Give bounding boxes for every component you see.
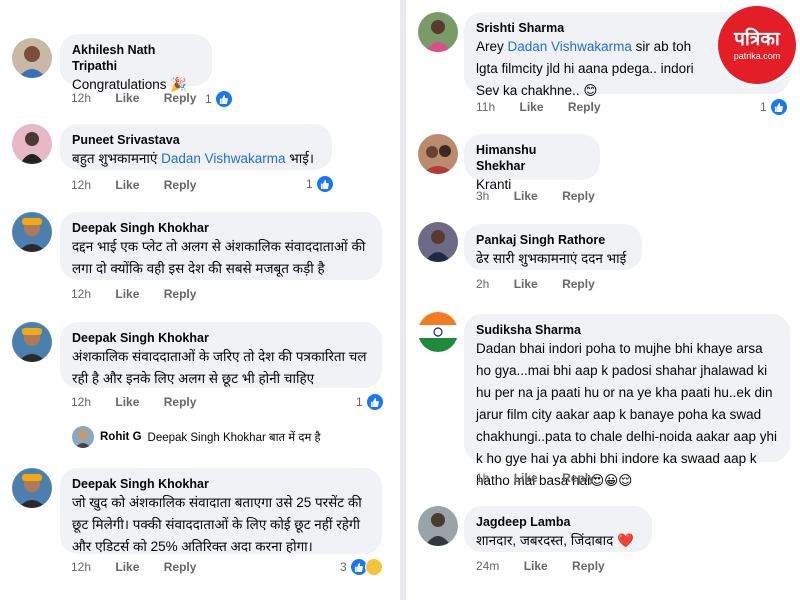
like-button[interactable]: Like <box>514 189 538 203</box>
comment-text: अंशकालिक संवाददाताओं के जरिए तो देश की प… <box>72 349 367 386</box>
comment-actions: 24m Like Reply <box>476 559 626 573</box>
mention-link[interactable]: Dadan Vishwakarma <box>161 151 285 166</box>
reply-button[interactable]: Reply <box>568 100 601 114</box>
comment-time[interactable]: 12h <box>71 91 91 105</box>
comment-author[interactable]: Jagdeep Lamba <box>476 514 640 530</box>
comment-time[interactable]: 12h <box>71 287 91 301</box>
comment-time[interactable]: 24m <box>476 559 499 573</box>
like-button[interactable]: Like <box>115 287 139 301</box>
comment-author[interactable]: Akhilesh Nath Tripathi <box>72 42 200 74</box>
comment-actions: 12h Like Reply <box>71 91 217 105</box>
comment-time[interactable]: 12h <box>71 560 91 574</box>
reply-button[interactable]: Reply <box>562 277 595 291</box>
column-divider <box>400 0 406 600</box>
like-reaction-icon <box>315 175 334 193</box>
reply-button[interactable]: Reply <box>164 395 197 409</box>
reply-button[interactable]: Reply <box>562 471 595 485</box>
comment-bubble: Akhilesh Nath Tripathi Congratulations 🎉 <box>60 34 212 92</box>
comment-text: ढेर सारी शुभकामनाएं ददन भाई <box>476 251 627 266</box>
comment-actions: 12h Like Reply <box>71 395 217 409</box>
reply-text: Deepak Singh Khokhar बात में दम है <box>147 431 321 444</box>
reaction-count[interactable]: 3 <box>340 558 383 576</box>
logo-name: पत्रिका <box>734 28 780 50</box>
comment-author[interactable]: Deepak Singh Khokhar <box>72 330 370 346</box>
comment-time[interactable]: 12h <box>71 395 91 409</box>
comment-bubble: Himanshu Shekhar Kranti <box>464 134 600 192</box>
reply-button[interactable]: Reply <box>164 178 197 192</box>
avatar[interactable] <box>12 124 52 164</box>
comment-text: दद्दन भाई एक प्लेट तो अलग से अंशकालिक सं… <box>72 239 366 276</box>
avatar[interactable] <box>418 222 458 262</box>
comment-text: शानदार, जबरदस्त, जिंदाबाद ❤️ <box>476 533 634 548</box>
comment-actions: 12h Like Reply <box>71 178 217 192</box>
comment-bubble: Deepak Singh Khokhar अंशकालिक संवाददाताओ… <box>60 322 382 388</box>
comment-actions: 2h Like Reply <box>476 277 616 291</box>
comment-actions: 12h Like Reply <box>71 560 217 574</box>
comment-author[interactable]: Puneet Srivastava <box>72 132 320 148</box>
avatar[interactable] <box>418 312 458 352</box>
like-button[interactable]: Like <box>514 277 538 291</box>
avatar[interactable] <box>418 12 458 52</box>
avatar[interactable] <box>12 38 52 78</box>
reply-button[interactable]: Reply <box>164 287 197 301</box>
right-comment-column: Srishti Sharma Arey Dadan Vishwakarma si… <box>408 0 800 600</box>
reply-author[interactable]: Rohit G <box>100 431 142 443</box>
avatar[interactable] <box>12 322 52 362</box>
comment-bubble: Puneet Srivastava बहुत शुभकामनाएं Dadan … <box>60 124 332 170</box>
avatar[interactable] <box>418 506 458 546</box>
like-button[interactable]: Like <box>115 560 139 574</box>
reply-button[interactable]: Reply <box>164 91 197 105</box>
like-button[interactable]: Like <box>115 178 139 192</box>
like-reaction-icon <box>769 98 788 116</box>
like-button[interactable]: Like <box>519 100 543 114</box>
reply-button[interactable]: Reply <box>164 560 197 574</box>
comment-author[interactable]: Sudiksha Sharma <box>476 322 778 338</box>
patrika-logo: पत्रिका patrika.com <box>718 6 796 84</box>
like-reaction-icon <box>365 393 384 411</box>
comment-text: जो खुद को अंशकालिक संवादाता बताएगा उसे 2… <box>72 495 362 554</box>
logo-site: patrika.com <box>733 50 781 61</box>
left-comment-column: Akhilesh Nath Tripathi Congratulations 🎉… <box>0 0 398 600</box>
comment-actions: 3h Like Reply <box>476 189 616 203</box>
reaction-count[interactable]: 1 <box>306 175 334 193</box>
comment-time[interactable]: 1h <box>476 471 489 485</box>
comment-actions: 1h Like Reply <box>476 471 616 485</box>
comment-bubble: Jagdeep Lamba शानदार, जबरदस्त, जिंदाबाद … <box>464 506 652 552</box>
reaction-count[interactable]: 1 <box>760 98 788 116</box>
comment-text: Dadan bhai indori poha to mujhe bhi khay… <box>476 341 777 488</box>
comment-author[interactable]: Himanshu Shekhar <box>476 142 588 174</box>
like-button[interactable]: Like <box>524 559 548 573</box>
reply-button[interactable]: Reply <box>572 559 605 573</box>
reaction-count[interactable]: 1 <box>356 393 384 411</box>
comment-time[interactable]: 2h <box>476 277 489 291</box>
comment-bubble: Deepak Singh Khokhar जो खुद को अंशकालिक … <box>60 468 382 554</box>
like-button[interactable]: Like <box>115 91 139 105</box>
comment-bubble: Pankaj Singh Rathore ढेर सारी शुभकामनाएं… <box>464 224 642 270</box>
comment-time[interactable]: 11h <box>476 100 495 114</box>
reply-button[interactable]: Reply <box>562 189 595 203</box>
comment-bubble: Sudiksha Sharma Dadan bhai indori poha t… <box>464 314 790 488</box>
avatar[interactable] <box>418 134 458 174</box>
comment-actions: 11h Like Reply <box>476 100 622 114</box>
comment-time[interactable]: 3h <box>476 189 489 203</box>
comment-text: बहुत शुभकामनाएं Dadan Vishwakarma भाई। <box>72 151 314 166</box>
comment-time[interactable]: 12h <box>71 178 91 192</box>
like-button[interactable]: Like <box>514 471 538 485</box>
like-button[interactable]: Like <box>115 395 139 409</box>
mention-link[interactable]: Dadan Vishwakarma <box>508 39 632 54</box>
comment-author[interactable]: Deepak Singh Khokhar <box>72 476 370 492</box>
avatar[interactable] <box>12 468 52 508</box>
comment-author[interactable]: Pankaj Singh Rathore <box>476 232 630 248</box>
avatar <box>72 426 94 448</box>
haha-reaction-icon <box>364 558 383 576</box>
avatar[interactable] <box>12 212 52 252</box>
comment-actions: 12h Like Reply <box>71 287 217 301</box>
reply-preview[interactable]: Rohit G Deepak Singh Khokhar बात में दम … <box>72 426 321 448</box>
comment-author[interactable]: Deepak Singh Khokhar <box>72 220 370 236</box>
comment-bubble: Deepak Singh Khokhar दद्दन भाई एक प्लेट … <box>60 212 382 280</box>
